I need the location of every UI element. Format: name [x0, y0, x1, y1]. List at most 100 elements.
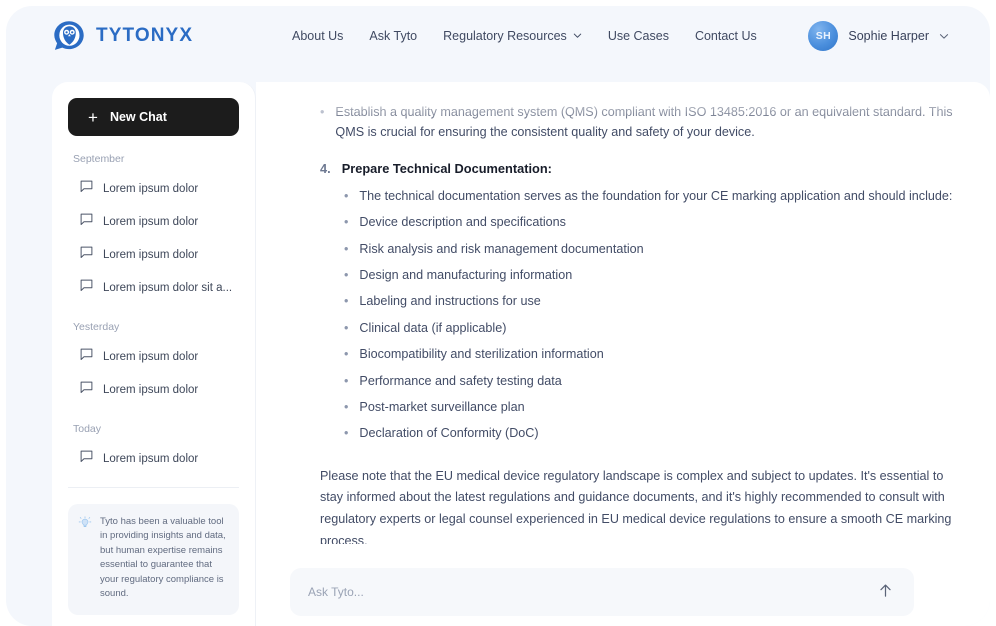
section-number: 4. — [320, 160, 331, 176]
bullet-text: Clinical data (if applicable) — [359, 320, 507, 335]
message-transcript: • Establish a quality management system … — [256, 82, 990, 544]
bullet-glyph: • — [344, 188, 349, 203]
main-navigation: About Us Ask Tyto Regulatory Resources U… — [292, 29, 757, 43]
chat-title: Lorem ipsum dolor — [103, 452, 199, 465]
tip-callout: Tyto has been a valuable tool in providi… — [68, 504, 239, 615]
bullet-glyph: • — [344, 241, 349, 256]
bullet-glyph: • — [344, 399, 349, 414]
list-item[interactable]: Lorem ipsum dolor — [68, 238, 239, 271]
chat-bubble-icon — [80, 213, 93, 231]
chat-group-today: Today Lorem ipsum dolor — [68, 423, 239, 475]
send-button[interactable] — [872, 579, 898, 605]
bullet-glyph: • — [344, 215, 349, 230]
list-item: • Design and manufacturing information — [344, 265, 956, 285]
nav-label: About Us — [292, 29, 344, 43]
group-label: Yesterday — [73, 321, 120, 333]
nav-label: Regulatory Resources — [443, 29, 567, 43]
bullet-glyph: • — [344, 294, 349, 309]
chat-title: Lorem ipsum dolor — [103, 215, 199, 228]
chat-bubble-icon — [80, 450, 93, 468]
nav-item-contact-us[interactable]: Contact Us — [695, 29, 757, 43]
owl-speech-bubble-logo-icon — [52, 19, 86, 53]
section-heading: 4. Prepare Technical Documentation: — [320, 161, 956, 176]
bullet-text: Performance and safety testing data — [359, 373, 562, 388]
bullet-glyph: • — [344, 267, 349, 282]
chat-title: Lorem ipsum dolor sit a... — [103, 281, 233, 294]
nav-item-ask-tyto[interactable]: Ask Tyto — [369, 29, 417, 43]
bullet-text: Declaration of Conformity (DoC) — [359, 426, 539, 441]
list-item: • The technical documentation serves as … — [344, 186, 956, 206]
faded-bullet: • Establish a quality management system … — [320, 102, 956, 143]
brand-logo[interactable]: TYTONYX — [52, 19, 193, 53]
bullet-text: Biocompatibility and sterilization infor… — [359, 347, 604, 362]
tip-text: Tyto has been a valuable tool in providi… — [100, 516, 226, 600]
sidebar: + New Chat September Lorem ipsum dolor L… — [52, 82, 256, 626]
bullet-text: Risk analysis and risk management docume… — [359, 241, 644, 256]
plus-icon: + — [88, 107, 98, 127]
arrow-up-icon — [877, 582, 894, 602]
chat-group-september: September Lorem ipsum dolor Lorem ipsum … — [68, 153, 239, 304]
app-window: TYTONYX About Us Ask Tyto Regulatory Res… — [6, 6, 990, 626]
list-item[interactable]: Lorem ipsum dolor — [68, 205, 239, 238]
bullet-glyph: • — [344, 320, 349, 335]
new-chat-button[interactable]: + New Chat — [68, 98, 239, 136]
chat-content: • Establish a quality management system … — [256, 82, 990, 626]
list-item: • Declaration of Conformity (DoC) — [344, 423, 956, 443]
list-item: • Biocompatibility and sterilization inf… — [344, 344, 956, 364]
list-item[interactable]: Lorem ipsum dolor — [68, 340, 239, 373]
avatar: SH — [808, 21, 839, 51]
divider — [68, 487, 239, 488]
list-item[interactable]: Lorem ipsum dolor sit a... — [68, 271, 239, 304]
chat-title: Lorem ipsum dolor — [103, 182, 199, 195]
chat-bubble-icon — [80, 246, 93, 264]
chat-title: Lorem ipsum dolor — [103, 383, 199, 396]
nav-item-about-us[interactable]: About Us — [292, 29, 343, 43]
bullet-glyph: • — [320, 105, 325, 119]
bullet-text: Labeling and instructions for use — [359, 294, 541, 309]
nav-item-use-cases[interactable]: Use Cases — [608, 29, 669, 43]
chevron-down-icon — [939, 31, 949, 40]
top-header: TYTONYX About Us Ask Tyto Regulatory Res… — [6, 6, 990, 66]
nav-label: Contact Us — [694, 29, 757, 43]
chevron-down-icon — [573, 31, 582, 40]
chat-title: Lorem ipsum dolor — [103, 248, 199, 261]
composer-bar — [290, 568, 914, 616]
chat-title: Lorem ipsum dolor — [103, 350, 199, 363]
nav-item-regulatory-resources[interactable]: Regulatory Resources — [443, 29, 582, 43]
bullet-glyph: • — [344, 426, 349, 441]
brand-name: TYTONYX — [96, 25, 194, 46]
user-menu[interactable]: SH Sophie Harper — [808, 21, 949, 51]
faded-bullet-text: Establish a quality management system (Q… — [335, 105, 953, 140]
list-item: • Risk analysis and risk management docu… — [344, 239, 956, 259]
chat-group-yesterday: Yesterday Lorem ipsum dolor Lorem ipsum … — [68, 321, 239, 406]
chat-bubble-icon — [80, 348, 93, 366]
list-item[interactable]: Lorem ipsum dolor — [68, 373, 239, 406]
user-name: Sophie Harper — [848, 29, 929, 43]
new-chat-label: New Chat — [109, 110, 167, 124]
group-label: Today — [73, 423, 102, 435]
list-item[interactable]: Lorem ipsum dolor — [68, 172, 239, 205]
chat-bubble-icon — [80, 279, 93, 297]
nav-label: Use Cases — [607, 29, 669, 43]
bullet-glyph: • — [344, 373, 349, 388]
list-item: • Performance and safety testing data — [344, 371, 956, 391]
bullet-text: The technical documentation serves as th… — [359, 188, 953, 203]
section-heading-text: Prepare Technical Documentation: — [341, 160, 552, 176]
bullet-glyph: • — [344, 347, 349, 362]
list-item: • Labeling and instructions for use — [344, 291, 956, 311]
lightbulb-icon — [78, 516, 92, 602]
bullet-text: Device description and specifications — [359, 215, 566, 230]
chat-bubble-icon — [80, 180, 93, 198]
closing-paragraph: Please note that the EU medical device r… — [320, 468, 952, 544]
documentation-bullet-list: • The technical documentation serves as … — [344, 186, 956, 444]
list-item[interactable]: Lorem ipsum dolor — [68, 442, 239, 475]
bullet-text: Post-market surveillance plan — [359, 399, 525, 414]
nav-label: Ask Tyto — [369, 29, 418, 43]
bullet-text: Design and manufacturing information — [359, 267, 573, 282]
list-item: • Post-market surveillance plan — [344, 397, 956, 417]
search-input[interactable] — [308, 585, 872, 599]
group-label: September — [73, 153, 125, 165]
list-item: • Clinical data (if applicable) — [344, 318, 956, 338]
list-item: • Device description and specifications — [344, 212, 956, 232]
chat-bubble-icon — [80, 381, 93, 399]
